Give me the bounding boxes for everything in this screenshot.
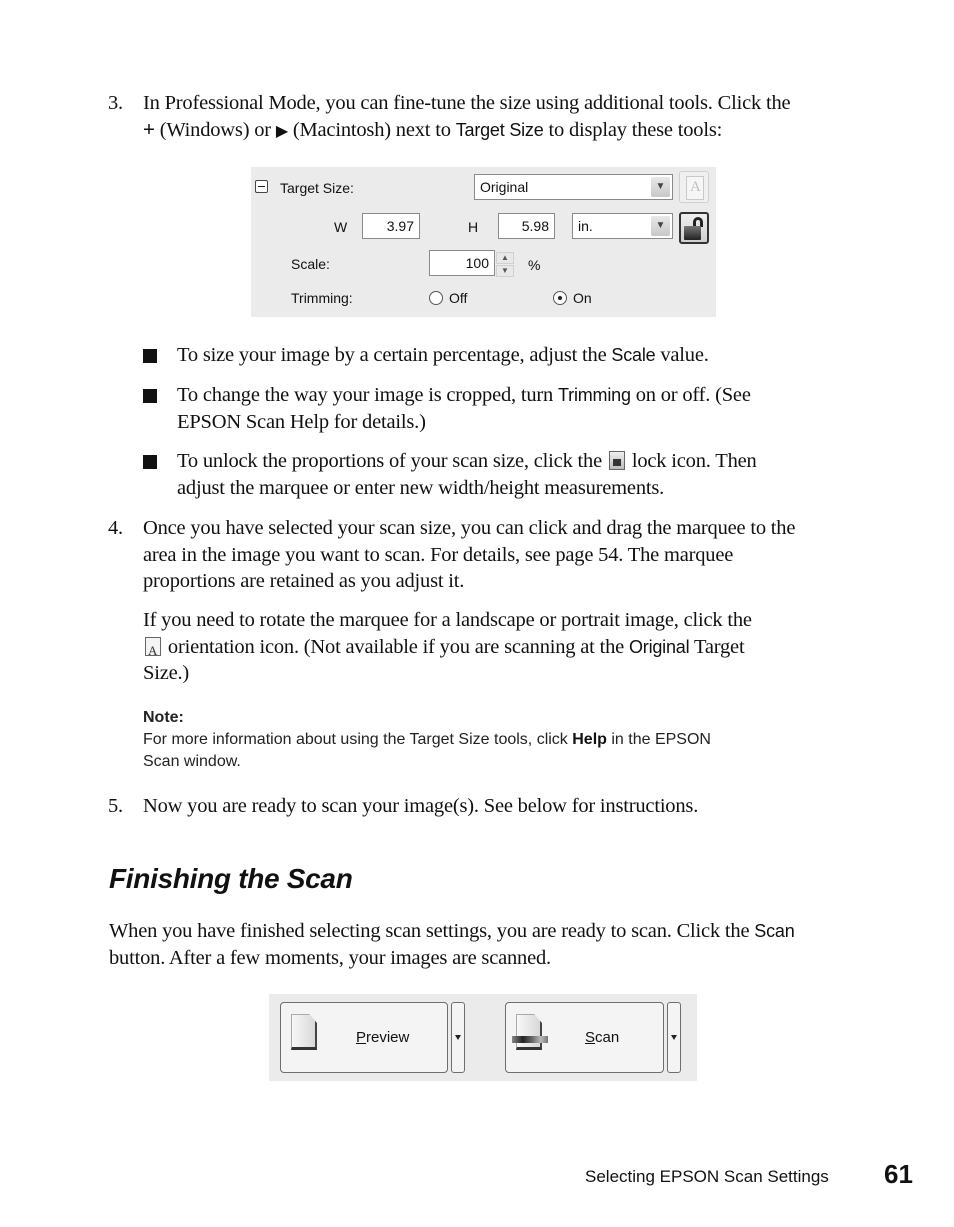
trimming-off-radio[interactable] [429,291,443,305]
scan-button[interactable]: Scan [505,1002,664,1073]
triangle-right-icon: ▶ [275,122,288,140]
orientation-button[interactable] [679,171,709,203]
step3-line1: In Professional Mode, you can fine-tune … [143,92,791,114]
text: When you have finished selecting scan se… [109,920,755,942]
scan-dropdown-button[interactable] [667,1002,681,1073]
page-number: 61 [884,1159,913,1189]
collapse-minus-icon[interactable] [255,180,268,193]
step-number: 3. [108,92,123,114]
stepper-up-icon[interactable]: ▲ [496,252,514,264]
note: Note: For more information about using t… [143,707,863,773]
scan-document-icon [512,1014,548,1052]
width-label: W [334,219,348,235]
ui-term: Scan [754,921,795,941]
orientation-icon [145,636,161,664]
text: Target [689,635,745,658]
bullet-icon [143,455,157,469]
text: Once you have selected your scan size, y… [143,517,796,539]
bullet-icon [143,389,157,403]
section-heading: Finishing the Scan [109,863,353,894]
lock-button[interactable] [679,212,709,244]
bullet-item: To size your image by a certain percenta… [177,342,857,369]
text: lock icon. Then [626,450,757,472]
document-icon [291,1014,317,1052]
height-label: H [468,219,479,235]
target-size-label: Target Size: [280,180,354,196]
plus-symbol: + [143,117,155,141]
scale-stepper[interactable]: ▲ ▼ [496,252,514,278]
height-input[interactable]: 5.98 [498,213,555,239]
text: To size your image by a certain percenta… [177,344,612,366]
lock-icon [684,226,701,240]
note-title: Note: [143,709,184,726]
chevron-down-icon[interactable]: ▼ [651,216,670,236]
trimming-on-radio[interactable] [553,291,567,305]
text: (Macintosh) next to [287,118,456,141]
preview-dropdown-button[interactable] [451,1002,465,1073]
text: EPSON Scan Help for details.) [177,410,426,433]
chevron-down-icon[interactable]: ▼ [651,177,670,197]
trimming-on-label: On [573,290,592,306]
target-size-select[interactable]: Original ▼ [474,174,673,200]
preview-label: Preview [356,1029,410,1046]
text: To unlock the proportions of your scan s… [177,450,607,472]
unit-value: in. [578,218,593,234]
step3-text: In Professional Mode, you can fine-tune … [143,90,863,145]
stepper-down-icon[interactable]: ▼ [496,265,514,277]
footer-section-title: Selecting EPSON Scan Settings [585,1167,829,1186]
lock-icon [608,451,625,470]
scale-input[interactable]: 100 [429,250,495,276]
step4-paragraph2: If you need to rotate the marquee for a … [143,607,863,687]
trimming-off-label: Off [449,290,468,306]
scan-label: Scan [585,1029,620,1046]
section-paragraph: When you have finished selecting scan se… [109,918,869,971]
step-number: 5. [108,795,123,817]
trimming-label: Trimming: [291,290,353,306]
bullet-item: To change the way your image is cropped,… [177,382,857,435]
scan-button-bar: Preview Scan [269,994,697,1081]
text: (Windows) or [154,118,276,141]
percent-label: % [528,257,541,273]
target-size-value: Original [480,179,529,195]
ui-term: Original [628,636,690,657]
bullet-item: To unlock the proportions of your scan s… [177,448,857,501]
bullet-icon [143,349,157,363]
step4-text: Once you have selected your scan size, y… [143,515,863,595]
preview-button[interactable]: Preview [280,1002,448,1073]
text: area in the image you want to scan. For … [143,543,734,566]
ui-term: Target Size [455,119,544,140]
unit-select[interactable]: in. ▼ [572,213,673,239]
text: on or off. (See [630,384,751,406]
text: proportions are retained as you adjust i… [143,570,465,592]
text: orientation icon. (Not available if you … [163,635,629,658]
ui-term: Help [572,731,607,748]
step3-line2: + (Windows) or ▶ (Macintosh) next to Tar… [143,117,863,146]
text: If you need to rotate the marquee for a … [143,609,752,631]
text: To change the way your image is cropped,… [177,384,559,406]
ui-term: Trimming [558,385,631,405]
step5-text: Now you are ready to scan your image(s).… [143,795,699,817]
text: Scan window. [143,753,241,770]
scale-label: Scale: [291,256,330,272]
text: value. [655,344,709,366]
text: adjust the marquee or enter new width/he… [177,476,665,499]
width-input[interactable]: 3.97 [362,213,420,239]
ui-term: Scale [611,345,656,365]
text: to display these tools: [543,118,723,141]
text: button. After a few moments, your images… [109,946,551,969]
text: For more information about using the Tar… [143,731,573,748]
target-size-panel: Target Size: Original ▼ W 3.97 H 5.98 in… [251,167,716,317]
step-number: 4. [108,517,123,539]
text: in the EPSON [606,731,711,748]
text: Size.) [143,662,190,684]
